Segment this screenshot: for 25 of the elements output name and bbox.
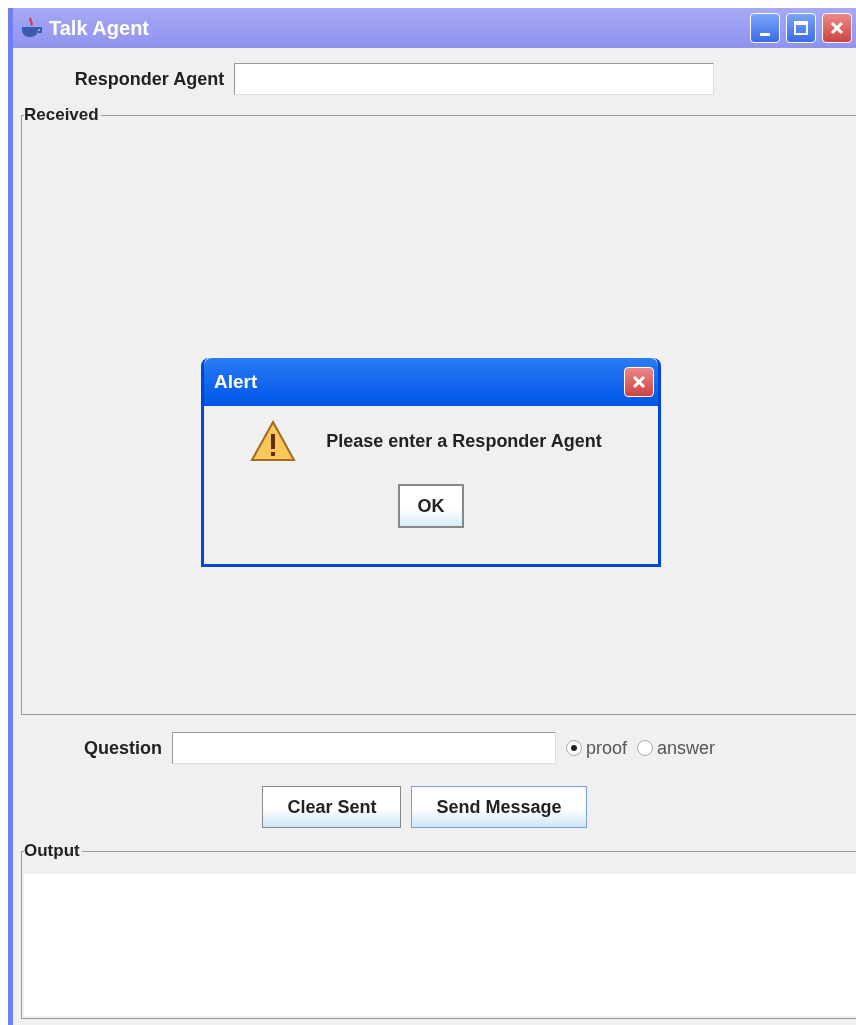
- action-button[interactable]: Clear Sent: [262, 786, 402, 828]
- close-icon: [829, 20, 845, 36]
- ok-button[interactable]: OK: [398, 484, 464, 528]
- responder-agent-field[interactable]: [234, 63, 715, 95]
- radio-label[interactable]: answer: [657, 737, 716, 759]
- action-button[interactable]: Send Message: [411, 786, 587, 828]
- maximize-icon: [793, 20, 809, 36]
- close-icon: [631, 374, 647, 390]
- minimize-icon: [760, 32, 770, 36]
- output-title: Output: [24, 841, 82, 861]
- question-field[interactable]: [171, 732, 556, 764]
- radio-label[interactable]: proof: [585, 737, 627, 759]
- maximize-button[interactable]: [786, 13, 816, 43]
- minimize-button[interactable]: [750, 13, 780, 43]
- radio-button[interactable]: [637, 740, 653, 756]
- radio-button[interactable]: [565, 740, 582, 756]
- window-title: Talk Agent: [49, 16, 150, 40]
- responder-agent-label: Responder Agent: [74, 68, 225, 90]
- coffee-cup-icon: [19, 17, 43, 39]
- close-button[interactable]: [624, 367, 654, 397]
- dialog-title: Alert: [214, 371, 258, 393]
- warning-icon: [250, 420, 297, 462]
- alert-message: Please enter a Responder Agent: [326, 430, 602, 452]
- close-button[interactable]: [822, 13, 852, 43]
- question-label: Question: [83, 737, 162, 759]
